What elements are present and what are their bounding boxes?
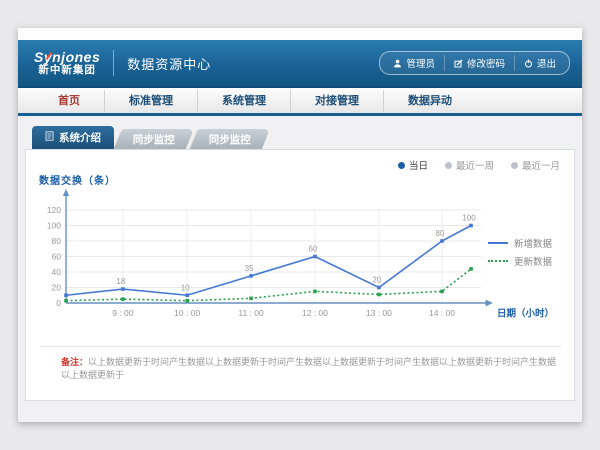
content-area: 系统介绍 同步监控 同步监控 当日 最近一周 [18, 116, 582, 422]
tab-sync-monitor-1-label: 同步监控 [133, 132, 175, 147]
data-point [440, 290, 444, 294]
tab-system-intro[interactable]: 系统介绍 [32, 126, 114, 149]
logout-button[interactable]: 退出 [514, 55, 565, 71]
radio-dot [511, 162, 518, 169]
legend-label-updated-data: 更新数据 [514, 254, 552, 268]
x-tick-label: 13 : 00 [366, 308, 392, 318]
footnote: 备注：以上数据更新于时间产生数据以上数据更新于时间产生数据以上数据更新于时间产生… [61, 356, 563, 381]
data-point-label: 80 [436, 229, 445, 238]
x-tick-label: 10 : 00 [174, 308, 200, 318]
main-nav: 首页 标准管理 系统管理 对接管理 数据异动 [18, 88, 582, 116]
data-point [440, 239, 444, 243]
admin-user-button[interactable]: 管理员 [384, 55, 444, 71]
panel-divider [41, 346, 561, 347]
y-axis-arrow [63, 189, 69, 196]
data-point-label: 100 [462, 214, 476, 223]
legend-item-updated-data: 更新数据 [488, 252, 552, 270]
logo-text-cn: 新中新集团 [38, 65, 96, 76]
radio-last-month-label: 最近一月 [522, 158, 560, 172]
x-axis-arrow [486, 300, 494, 307]
y-tick-label: 120 [47, 205, 61, 215]
x-tick-label: 12 : 00 [302, 308, 328, 318]
time-range-filter: 当日 最近一周 最近一月 [398, 158, 560, 172]
nav-item-standard-mgmt[interactable]: 标准管理 [105, 90, 198, 112]
edit-icon [454, 59, 463, 68]
data-point-label: 10 [181, 283, 190, 292]
y-tick-label: 80 [52, 236, 62, 246]
app-window: Synjones 新中新集团 数据资源中心 管理员 修改密码 [18, 28, 582, 422]
y-tick-label: 20 [52, 283, 62, 293]
data-point [377, 293, 381, 297]
data-point-label: 20 [372, 276, 381, 285]
admin-user-label: 管理员 [406, 56, 435, 70]
x-axis-title: 日期（小时） [497, 308, 554, 320]
data-point [121, 297, 125, 301]
series-line-0 [66, 226, 471, 296]
radio-dot-selected [398, 162, 405, 169]
x-tick-label: 14 : 00 [429, 308, 455, 318]
tab-sync-monitor-2-label: 同步监控 [209, 132, 251, 147]
legend-label-new-data: 新增数据 [514, 236, 552, 250]
y-tick-label: 0 [56, 298, 61, 308]
legend-marker-dotted-line [488, 260, 508, 262]
legend-item-new-data: 新增数据 [488, 234, 552, 252]
data-point [469, 224, 473, 228]
tab-sync-monitor-1[interactable]: 同步监控 [113, 129, 194, 149]
radio-today[interactable]: 当日 [398, 158, 428, 172]
company-logo: Synjones 新中新集团 [34, 50, 100, 76]
x-tick-label: 11 : 00 [238, 308, 264, 318]
data-point [121, 287, 125, 291]
footnote-text: 以上数据更新于时间产生数据以上数据更新于时间产生数据以上数据更新于时间产生数据以… [61, 357, 556, 380]
power-icon [524, 59, 533, 68]
nav-item-interface-mgmt[interactable]: 对接管理 [291, 90, 384, 112]
data-point-label: 35 [245, 264, 254, 273]
header-user-actions: 管理员 修改密码 退出 [379, 51, 570, 75]
tab-bar: 系统介绍 同步监控 同步监控 [32, 126, 266, 149]
data-point [313, 290, 317, 294]
radio-last-month[interactable]: 最近一月 [511, 158, 560, 172]
radio-last-week-label: 最近一周 [456, 158, 494, 172]
document-icon [45, 131, 54, 144]
data-point-label: 60 [309, 245, 318, 254]
tab-sync-monitor-2[interactable]: 同步监控 [189, 129, 270, 149]
user-icon [393, 59, 402, 68]
chart-legend: 新增数据 更新数据 [488, 234, 552, 270]
data-point [64, 293, 68, 297]
data-point [249, 274, 253, 278]
chart-panel: 当日 最近一周 最近一月 数据交换（条） 0 20 40 60 80 100 120 9 : … [25, 149, 575, 401]
tab-system-intro-label: 系统介绍 [59, 130, 101, 145]
nav-item-system-mgmt[interactable]: 系统管理 [198, 90, 291, 112]
data-point [249, 297, 253, 301]
change-password-button[interactable]: 修改密码 [444, 55, 514, 71]
footnote-prefix: 备注： [61, 357, 88, 367]
nav-item-home[interactable]: 首页 [34, 90, 105, 112]
top-strip [18, 28, 582, 40]
header-bar: Synjones 新中新集团 数据资源中心 管理员 修改密码 [18, 40, 582, 88]
data-point [185, 293, 189, 297]
data-point-label: 18 [116, 277, 125, 286]
data-point [377, 286, 381, 290]
radio-last-week[interactable]: 最近一周 [445, 158, 494, 172]
page-title: 数据资源中心 [127, 54, 211, 73]
logo-text-en: Synjones [34, 50, 100, 65]
data-point [185, 299, 189, 303]
radio-today-label: 当日 [409, 158, 428, 172]
y-axis-title: 数据交换（条） [39, 172, 116, 187]
header-divider [113, 50, 114, 76]
nav-item-data-changes[interactable]: 数据异动 [384, 90, 476, 112]
radio-dot [445, 162, 452, 169]
y-tick-label: 40 [52, 267, 62, 277]
logout-label: 退出 [537, 56, 556, 70]
data-point [64, 299, 68, 303]
x-tick-label: 9 : 00 [112, 308, 134, 318]
y-tick-label: 100 [47, 221, 61, 231]
change-password-label: 修改密码 [467, 56, 505, 70]
series-line-1 [66, 269, 471, 301]
legend-marker-solid-line [488, 242, 508, 244]
y-tick-label: 60 [52, 252, 62, 262]
data-point [469, 267, 473, 271]
data-point [313, 255, 317, 259]
